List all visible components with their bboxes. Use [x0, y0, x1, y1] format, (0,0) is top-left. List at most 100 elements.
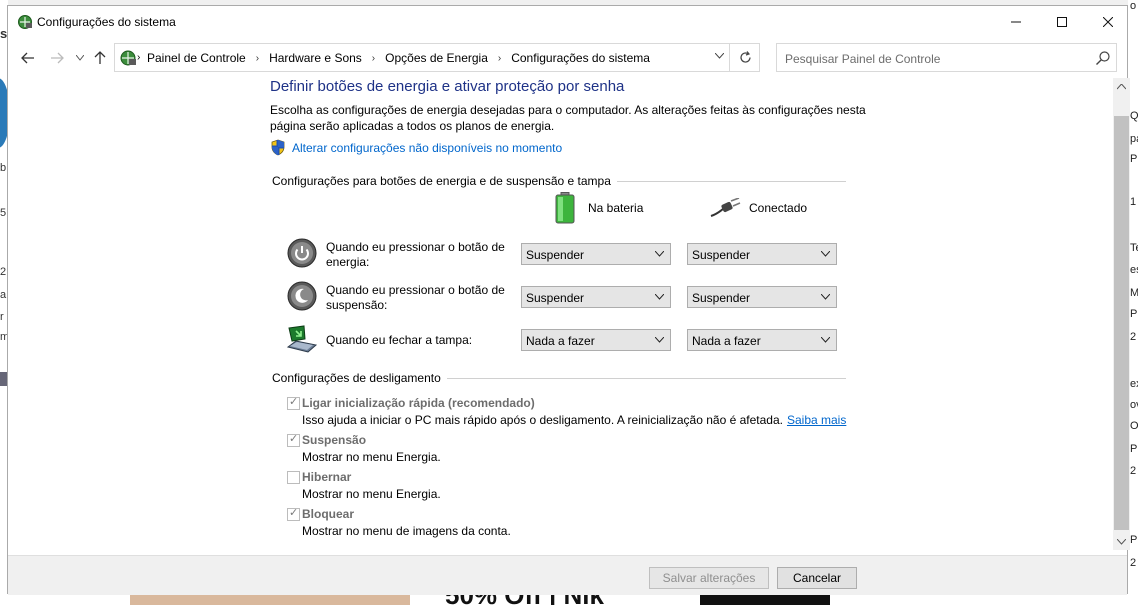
back-arrow-icon [21, 52, 34, 64]
control-panel-icon [18, 15, 32, 29]
lid-close-plugged-select[interactable]: Nada a fazer [687, 329, 837, 351]
select-value: Suspender [692, 291, 751, 305]
system-settings-window: Configurações do sistema › Painel de Con… [7, 5, 1130, 595]
breadcrumb-separator-icon[interactable]: › [256, 53, 259, 64]
scrollbar-thumb[interactable] [1114, 116, 1129, 530]
background-text: P [1130, 308, 1138, 320]
window-title: Configurações do sistema [37, 15, 176, 29]
chevron-down-icon [820, 335, 831, 346]
fast-startup-label: Ligar inicialização rápida (recomendado) [302, 396, 535, 410]
recent-locations-button[interactable] [72, 50, 88, 66]
maximize-icon [1057, 17, 1067, 27]
learn-more-link[interactable]: Saiba mais [787, 413, 846, 427]
background-text: 1 [1130, 196, 1137, 208]
breadcrumb-separator-icon[interactable]: › [498, 53, 501, 64]
column-header-label: Na bateria [588, 201, 644, 215]
link-text[interactable]: Alterar configurações não disponíveis no… [292, 141, 562, 155]
background-text: b [0, 162, 7, 174]
background-text: pa [1130, 133, 1138, 145]
control-panel-icon [120, 50, 136, 66]
background-text: ov [1130, 399, 1138, 411]
up-button[interactable] [92, 50, 108, 66]
chevron-down-icon [654, 249, 665, 260]
column-header-label: Conectado [749, 201, 808, 215]
section-title-power-buttons: Configurações para botões de energia e d… [272, 174, 617, 188]
address-bar[interactable]: › Painel de Controle › Hardware e Sons ›… [114, 43, 760, 72]
background-text: r [0, 311, 4, 323]
background-banner-text: 50% Off | Nik [445, 594, 604, 605]
background-text: Mi [1130, 287, 1138, 299]
search-box[interactable] [776, 43, 1117, 72]
minimize-icon [1011, 21, 1021, 23]
background-text: Q [1130, 110, 1138, 122]
sleep-button-icon [287, 281, 317, 311]
background-bottom-strip: 50% Off | Nik [0, 594, 1138, 605]
checkmark-icon: ✓ [289, 507, 299, 519]
scroll-down-button[interactable] [1113, 533, 1130, 550]
forward-button[interactable] [49, 50, 65, 66]
power-button-battery-select[interactable]: Suspender [521, 243, 671, 265]
background-text: O [1130, 420, 1138, 432]
address-dropdown-button[interactable] [714, 51, 725, 62]
search-input[interactable] [783, 49, 1087, 69]
breadcrumb-hardware-sound[interactable]: Hardware e Sons [269, 51, 362, 65]
fast-startup-checkbox[interactable]: ✓ [287, 396, 300, 410]
breadcrumb-separator-icon[interactable]: › [372, 53, 375, 64]
fast-startup-description: Isso ajuda a iniciar o PC mais rápido ap… [302, 413, 846, 427]
back-button[interactable] [20, 50, 36, 66]
title-bar[interactable]: Configurações do sistema [8, 6, 1127, 38]
save-changes-button[interactable]: Salvar alterações [649, 567, 769, 589]
background-text: Te [1130, 242, 1138, 254]
background-text: a [0, 289, 7, 301]
vertical-scrollbar[interactable] [1113, 78, 1130, 550]
lock-checkbox[interactable]: ✓ [287, 507, 300, 521]
search-icon[interactable] [1095, 50, 1111, 66]
cancel-button[interactable]: Cancelar [777, 567, 857, 589]
breadcrumb-power-options[interactable]: Opções de Energia [385, 51, 488, 65]
column-header-plugged: Conectado [709, 198, 807, 218]
sleep-label: Suspensão [302, 433, 367, 447]
background-text: 5 [0, 207, 7, 219]
hibernate-checkbox[interactable] [287, 471, 300, 484]
minimize-button[interactable] [993, 6, 1039, 38]
up-arrow-icon [94, 51, 106, 64]
lock-description: Mostrar no menu de imagens da conta. [302, 524, 511, 538]
breadcrumb-separator-icon[interactable]: › [137, 52, 140, 63]
sleep-button-action-label: Quando eu pressionar o botão de suspensã… [326, 283, 505, 312]
background-block [700, 594, 830, 605]
uac-shield-icon [271, 139, 285, 156]
navigation-bar: › Painel de Controle › Hardware e Sons ›… [8, 42, 1127, 74]
page-description: Escolha as configurações de energia dese… [270, 103, 866, 133]
page-title: Definir botões de energia e ativar prote… [270, 78, 625, 95]
maximize-button[interactable] [1039, 6, 1085, 38]
background-text: 2 [1130, 331, 1137, 343]
scroll-up-button[interactable] [1113, 78, 1130, 95]
chevron-down-icon [820, 292, 831, 303]
refresh-icon [740, 51, 751, 63]
close-button[interactable] [1085, 6, 1131, 38]
laptop-lid-icon [286, 325, 318, 353]
section-title-shutdown: Configurações de desligamento [272, 371, 447, 385]
background-text: ex [1130, 378, 1138, 390]
power-plug-icon [710, 198, 741, 217]
breadcrumb-control-panel[interactable]: Painel de Controle [147, 51, 246, 65]
change-unavailable-settings-link[interactable]: Alterar configurações não disponíveis no… [270, 139, 562, 156]
background-image [130, 594, 410, 605]
sleep-button-battery-select[interactable]: Suspender [521, 286, 671, 308]
lid-close-action-label: Quando eu fechar a tampa: [326, 333, 473, 347]
description-text: Isso ajuda a iniciar o PC mais rápido ap… [302, 413, 783, 427]
dialog-footer: Salvar alterações Cancelar [8, 555, 1127, 595]
sleep-checkbox[interactable]: ✓ [287, 433, 300, 447]
hibernate-label: Hibernar [302, 470, 352, 484]
refresh-button[interactable] [729, 44, 761, 71]
select-value: Nada a fazer [526, 334, 595, 348]
background-text: P [1130, 534, 1138, 546]
breadcrumb-system-settings[interactable]: Configurações do sistema [511, 51, 650, 65]
checkmark-icon: ✓ [289, 433, 299, 445]
lid-close-battery-select[interactable]: Nada a fazer [521, 329, 671, 351]
breadcrumb: Painel de Controle › Hardware e Sons › O… [147, 51, 650, 65]
select-value: Nada a fazer [692, 334, 761, 348]
sleep-description: Mostrar no menu Energia. [302, 450, 441, 464]
sleep-button-plugged-select[interactable]: Suspender [687, 286, 837, 308]
power-button-plugged-select[interactable]: Suspender [687, 243, 837, 265]
